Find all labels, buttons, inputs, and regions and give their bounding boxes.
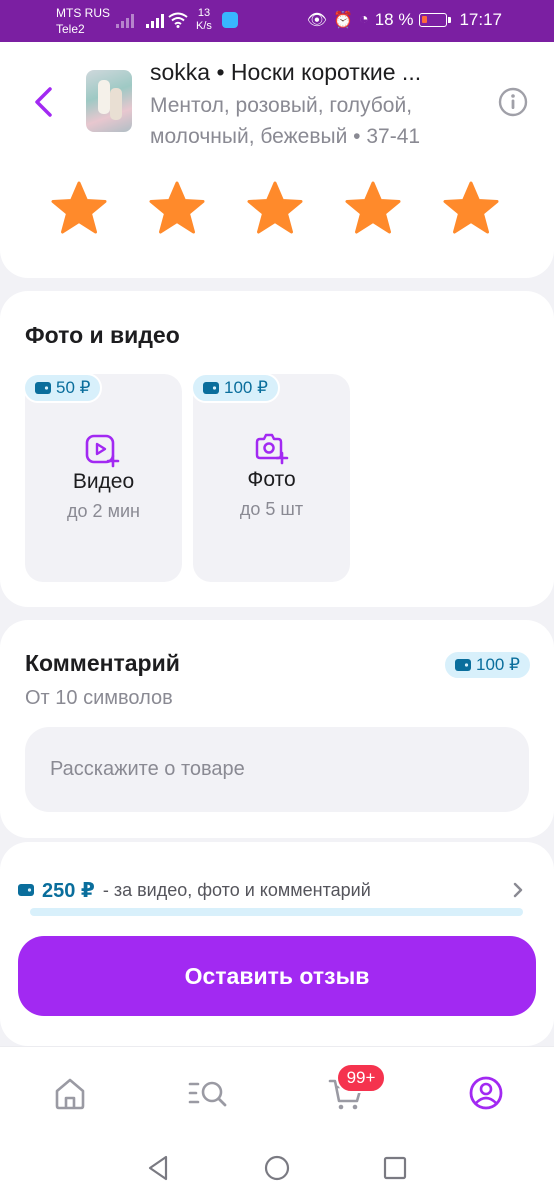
reward-amount: 250 ₽ [42, 879, 95, 902]
rating-stars [50, 180, 500, 238]
photo-reward-badge: 100 ₽ [191, 373, 280, 403]
speed-value: 13 [197, 7, 211, 19]
battery-percent: 18 % [374, 10, 414, 29]
wallet-icon [35, 382, 51, 394]
star-icon[interactable] [344, 180, 402, 238]
media-section-title: Фото и видео [25, 322, 180, 348]
wallet-icon [203, 382, 219, 394]
cart-count-badge: 99+ [336, 1063, 386, 1093]
video-badge-value: 50 ₽ [56, 378, 91, 397]
carrier-1: MTS RUS [56, 6, 110, 20]
product-title: sokka • Носки короткие ... [150, 59, 422, 85]
reward-progress-bar [30, 908, 523, 916]
add-photo-tile[interactable]: 100 ₽ Фото до 5 шт [191, 373, 350, 582]
product-thumbnail [86, 70, 132, 132]
star-icon[interactable] [148, 180, 206, 238]
wallet-icon [455, 659, 471, 671]
shield-icon [222, 12, 238, 28]
catalog-search-icon[interactable] [188, 1075, 228, 1111]
battery-icon [419, 13, 452, 27]
network-speed: 13 K/s [196, 7, 212, 33]
signal-2-icon [146, 12, 164, 28]
speed-unit: K/s [196, 20, 212, 32]
eye-icon: 👁 [306, 12, 328, 29]
speedometer-icon: ◔ [359, 11, 369, 28]
recents-square-icon[interactable] [380, 1153, 410, 1183]
profile-icon[interactable] [466, 1075, 506, 1111]
comment-reward-badge: 100 ₽ [443, 650, 532, 680]
add-video-tile[interactable]: 50 ₽ Видео до 2 мин [23, 373, 182, 582]
comment-min-length: От 10 символов [25, 687, 173, 709]
status-right: 👁 ⏰ ◔ 18 % 17:17 [307, 10, 502, 30]
reward-description: - за видео, фото и комментарий [102, 879, 371, 900]
back-triangle-icon[interactable] [144, 1153, 174, 1183]
video-add-icon [85, 434, 120, 468]
wifi-icon [168, 12, 188, 28]
product-variant: Ментол, розовый, голубой, молочный, беже… [150, 94, 421, 148]
clock: 17:17 [459, 10, 502, 29]
video-reward-badge: 50 ₽ [23, 373, 103, 403]
star-icon[interactable] [442, 180, 500, 238]
info-icon[interactable] [498, 87, 528, 117]
star-icon[interactable] [246, 180, 304, 238]
camera-add-icon [255, 433, 289, 465]
alarm-icon: ⏰ [333, 12, 354, 29]
status-bar: MTS RUS Tele2 13 K/s 👁 ⏰ ◔ 18 % 17:17 [0, 0, 554, 42]
star-icon[interactable] [50, 180, 108, 238]
wallet-icon [18, 884, 34, 896]
submit-review-button[interactable]: Оставить отзыв [18, 936, 536, 1016]
comment-badge-value: 100 ₽ [476, 655, 520, 674]
comment-input[interactable] [25, 727, 529, 812]
comment-section-title: Комментарий [25, 650, 180, 676]
carrier-info: MTS RUS Tele2 [56, 6, 110, 36]
signal-1-icon [116, 12, 134, 28]
photo-badge-value: 100 ₽ [224, 378, 268, 397]
reward-summary[interactable]: 250 ₽ - за видео, фото и комментарий [18, 875, 528, 905]
chevron-right-icon [513, 882, 523, 898]
video-label: Видео [72, 470, 135, 493]
back-icon[interactable] [30, 86, 58, 118]
tab-bar [0, 1046, 554, 1138]
photo-label: Фото [247, 468, 296, 491]
carrier-2: Tele2 [56, 22, 85, 36]
home-icon[interactable] [50, 1075, 90, 1111]
home-circle-icon[interactable] [262, 1153, 292, 1183]
system-nav-bar [0, 1138, 554, 1200]
photo-limit: до 5 шт [239, 499, 304, 519]
video-limit: до 2 мин [67, 501, 140, 521]
